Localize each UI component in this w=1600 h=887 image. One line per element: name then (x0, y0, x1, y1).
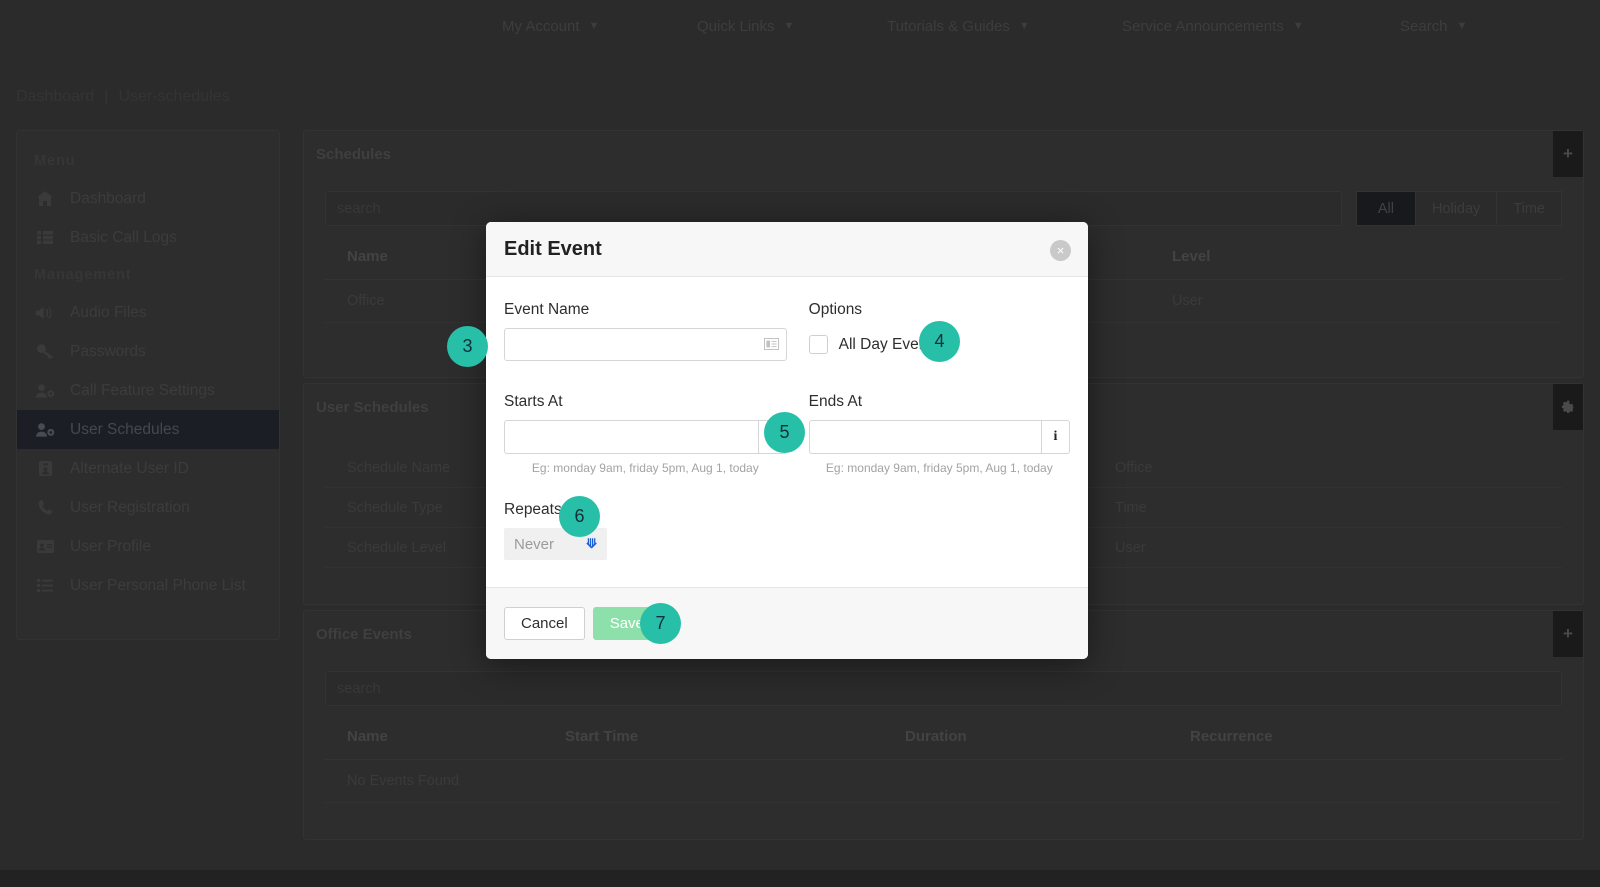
annotation-badge-3: 3 (447, 326, 488, 367)
ends-at-label: Ends At (808, 393, 863, 410)
annotation-badge-5: 5 (764, 412, 805, 453)
starts-at-control: i (504, 420, 787, 454)
all-day-event-checkbox[interactable] (808, 335, 828, 354)
ends-at-input[interactable] (808, 420, 1041, 454)
close-icon[interactable]: × (1050, 240, 1071, 261)
ends-at-group: Ends At i Eg: monday 9am, friday 5pm, Au… (787, 393, 1070, 475)
ends-at-hint: Eg: monday 9am, friday 5pm, Aug 1, today (825, 461, 1053, 475)
modal-footer: Cancel Save (486, 587, 1088, 659)
starts-at-input[interactable] (504, 420, 758, 454)
all-day-event-label: All Day Event (838, 335, 932, 353)
ends-at-info-icon[interactable]: i (1041, 420, 1070, 454)
event-name-input[interactable] (504, 328, 787, 361)
contact-card-icon[interactable] (763, 337, 779, 353)
repeats-selected-value: Never (514, 535, 555, 553)
annotation-badge-4: 4 (919, 321, 960, 362)
event-name-label: Event Name (504, 301, 590, 318)
ends-at-control: i (808, 420, 1070, 454)
cancel-button[interactable]: Cancel (504, 607, 585, 640)
annotation-badge-7: 7 (640, 603, 681, 644)
event-name-group: Event Name (504, 301, 787, 361)
starts-at-group: Starts At i Eg: monday 9am, friday 5pm, … (504, 393, 787, 475)
annotation-badge-6: 6 (559, 496, 600, 537)
chevron-down-icon: ⟱ (586, 536, 597, 551)
modal-header: Edit Event × (486, 222, 1088, 277)
modal-title: Edit Event (504, 237, 602, 260)
modal-row-name-options: Event Name Options All Day Event (504, 301, 1070, 361)
options-label: Options (808, 301, 863, 318)
starts-at-label: Starts At (504, 393, 563, 410)
starts-at-hint: Eg: monday 9am, friday 5pm, Aug 1, today (531, 461, 759, 475)
